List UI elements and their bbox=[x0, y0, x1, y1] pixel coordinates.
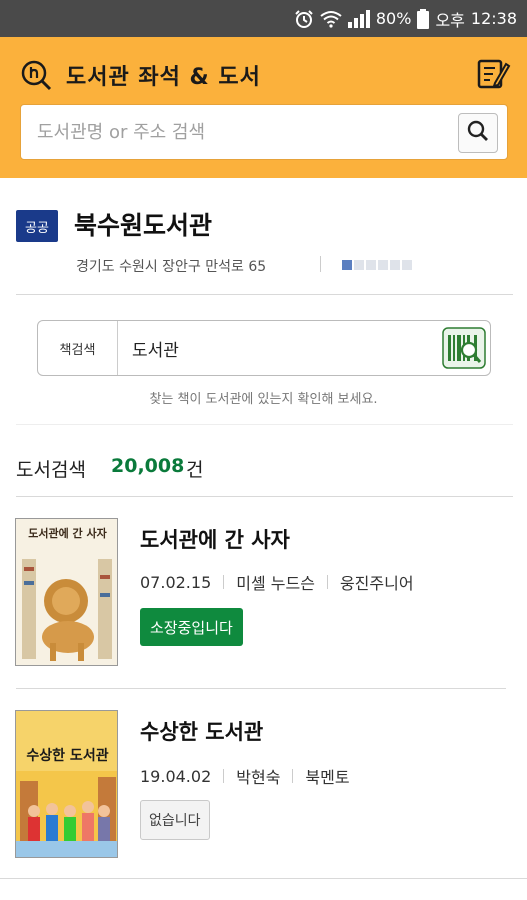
barcode-scan-icon[interactable] bbox=[442, 327, 486, 369]
book-cover-title: 수상한 도서관 bbox=[26, 748, 109, 764]
book-author: 미셸 누드슨 bbox=[236, 574, 315, 593]
library-occupancy-indicator bbox=[342, 260, 412, 270]
book-search-box: 책검색 bbox=[37, 320, 491, 376]
search-icon bbox=[467, 120, 489, 146]
book-search-hint: 찾는 책이 도서관에 있는지 확인해 보세요. bbox=[149, 392, 378, 407]
edit-note-icon[interactable] bbox=[475, 55, 511, 91]
divider bbox=[16, 496, 513, 497]
book-author: 박현숙 bbox=[236, 768, 281, 787]
book-list-item[interactable]: 수상한 도서관 수상한 도서관 19.04.02 박현숙 북멘토 없습니다 bbox=[0, 690, 527, 870]
book-cover: 수상한 도서관 bbox=[15, 710, 118, 858]
book-search-label: 책검색 bbox=[38, 321, 118, 375]
book-meta: 19.04.02 박현숙 북멘토 bbox=[140, 764, 350, 788]
divider bbox=[16, 688, 506, 689]
availability-badge: 없습니다 bbox=[140, 800, 210, 840]
divider bbox=[16, 424, 513, 425]
divider-vertical bbox=[320, 256, 321, 272]
library-search-input[interactable] bbox=[37, 105, 457, 159]
clock-time: 12:38 bbox=[470, 9, 517, 28]
book-list-item[interactable]: 도서관에 간 사자 도서관에 간 사자 07.02.15 미셸 누드슨 웅진주니… bbox=[0, 498, 527, 678]
divider bbox=[16, 294, 513, 295]
library-name: 북수원도서관 bbox=[74, 211, 213, 240]
app-title: 도서관 좌석 & 도서 bbox=[66, 65, 261, 90]
book-publisher: 북멘토 bbox=[305, 768, 350, 787]
result-count: 20,008 bbox=[111, 455, 185, 477]
book-date: 07.02.15 bbox=[140, 572, 212, 592]
search-button[interactable] bbox=[458, 113, 498, 153]
battery-icon bbox=[417, 8, 430, 29]
availability-badge: 소장중입니다 bbox=[140, 608, 243, 646]
divider bbox=[0, 878, 527, 879]
battery-percent: 80% bbox=[375, 9, 412, 28]
book-title[interactable]: 도서관에 간 사자 bbox=[140, 524, 290, 554]
alarm-icon bbox=[294, 9, 314, 29]
book-title[interactable]: 수상한 도서관 bbox=[140, 716, 263, 746]
result-unit: 건 bbox=[186, 459, 204, 481]
book-search-input[interactable] bbox=[132, 321, 432, 375]
app-header: 도서관 좌석 & 도서 bbox=[0, 37, 527, 178]
library-type-badge: 공공 bbox=[16, 210, 58, 242]
period-label: 오후 bbox=[435, 10, 465, 30]
book-cover: 도서관에 간 사자 bbox=[15, 518, 118, 666]
signal-icon bbox=[347, 9, 370, 28]
library-address: 경기도 수원시 장안구 만석로 65 bbox=[76, 259, 267, 275]
library-search-box bbox=[20, 104, 508, 160]
result-label: 도서검색 bbox=[16, 459, 86, 481]
logo-icon bbox=[20, 59, 52, 91]
book-date: 19.04.02 bbox=[140, 766, 212, 786]
book-meta: 07.02.15 미셸 누드슨 웅진주니어 bbox=[140, 570, 414, 594]
book-cover-title: 도서관에 간 사자 bbox=[28, 527, 107, 540]
wifi-icon bbox=[320, 10, 342, 28]
book-publisher: 웅진주니어 bbox=[339, 574, 414, 593]
status-bar: 80% 오후 12:38 bbox=[0, 0, 527, 37]
